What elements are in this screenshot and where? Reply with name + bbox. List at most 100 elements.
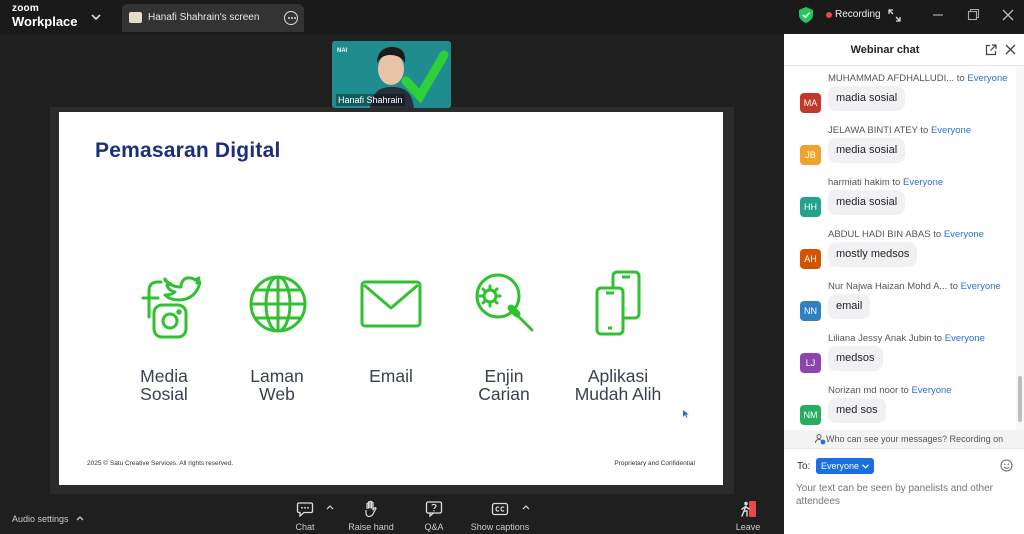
message-header: Nur Najwa Haizan Mohd A... to Everyone xyxy=(828,281,1001,292)
message-header: MUHAMMAD AFDHALLUDI... to Everyone xyxy=(828,73,1008,84)
slide-footer-confidential: Proprietary and Confidential xyxy=(614,460,695,467)
chat-message: ABDUL HADI BIN ABAS to Everyone AH mostl… xyxy=(784,229,1016,279)
speaker-video[interactable]: NAI Hanafi Shahrain xyxy=(332,41,451,108)
label-line1: Aplikasi xyxy=(587,366,649,386)
sender-name: Norizan md noor xyxy=(828,385,899,396)
globe-icon xyxy=(249,275,307,333)
meeting-toolbar: Audio settings Chat Raise hand Q&A Show … xyxy=(0,496,784,534)
recipient-name[interactable]: Everyone xyxy=(961,281,1001,292)
label-line2: Carian xyxy=(478,384,530,404)
sender-name: JELAWA BINTI ATEY xyxy=(828,125,918,136)
chevron-down-icon xyxy=(861,464,869,469)
recipient-name[interactable]: Everyone xyxy=(967,73,1007,84)
message-bubble[interactable]: email xyxy=(828,294,871,319)
to-word: to xyxy=(933,229,942,240)
message-header: JELAWA BINTI ATEY to Everyone xyxy=(828,125,971,136)
more-options-icon[interactable] xyxy=(284,11,298,25)
emoji-icon[interactable] xyxy=(1000,459,1013,472)
raise-hand-label: Raise hand xyxy=(348,522,394,532)
close-icon[interactable] xyxy=(1005,44,1016,55)
message-bubble[interactable]: media sosial xyxy=(828,138,906,163)
recipient-name[interactable]: Everyone xyxy=(911,385,951,396)
message-bubble[interactable]: media sosial xyxy=(828,190,906,215)
envelope-icon xyxy=(360,280,422,328)
title-bar: zoom Workplace Hanafi Shahrain's screen … xyxy=(0,0,1024,34)
to-word: to xyxy=(892,177,901,188)
people-info-icon xyxy=(815,434,826,445)
chevron-up-icon[interactable] xyxy=(522,504,530,510)
message-header: harmiati hakim to Everyone xyxy=(828,177,943,188)
message-header: Norizan md noor to Everyone xyxy=(828,385,952,396)
webinar-chat-panel: Webinar chat MUHAMMAD AFDHALLUDI... to E… xyxy=(784,34,1024,534)
sender-name: Nur Najwa Haizan Mohd A... xyxy=(828,281,948,292)
chevron-down-icon[interactable] xyxy=(90,11,102,23)
label-line1: Email xyxy=(369,366,413,386)
label-aplikasi-mudah-alih: Aplikasi Mudah Alih xyxy=(558,367,678,403)
app-logo[interactable]: zoom Workplace xyxy=(12,4,78,29)
avatar: MA xyxy=(800,93,821,113)
chat-message-list[interactable]: MUHAMMAD AFDHALLUDI... to Everyone MA ma… xyxy=(784,66,1016,430)
sender-name: harmiati hakim xyxy=(828,177,890,188)
scrollbar-thumb[interactable] xyxy=(1018,376,1022,422)
qa-button[interactable]: Q&A xyxy=(404,500,464,532)
show-captions-button[interactable]: Show captions xyxy=(470,500,530,532)
chat-scrollbar[interactable] xyxy=(1016,66,1024,430)
chat-message: Norizan md noor to Everyone NM med sos xyxy=(784,385,1016,430)
recipient-name[interactable]: Everyone xyxy=(931,125,971,136)
chat-message: Liliana Jessy Anak Jubin to Everyone LJ … xyxy=(784,333,1016,383)
leave-button[interactable]: Leave xyxy=(718,500,778,532)
sender-name: MUHAMMAD AFDHALLUDI... xyxy=(828,73,955,84)
chat-composer: To: Everyone xyxy=(784,448,1024,534)
svg-text:NAI: NAI xyxy=(337,48,348,54)
zoom-window: zoom Workplace Hanafi Shahrain's screen … xyxy=(0,0,1024,534)
chat-header: Webinar chat xyxy=(784,34,1024,66)
chat-icon xyxy=(296,502,314,518)
minimize-icon[interactable] xyxy=(931,8,945,22)
message-bubble[interactable]: medsos xyxy=(828,346,883,371)
screen-share-icon xyxy=(129,12,142,23)
popout-icon[interactable] xyxy=(985,44,997,56)
to-word: to xyxy=(949,281,958,292)
recording-label[interactable]: Recording xyxy=(835,9,881,20)
hand-icon xyxy=(365,500,377,518)
audio-settings-button[interactable]: Audio settings xyxy=(12,514,69,524)
fullscreen-icon[interactable] xyxy=(888,9,901,22)
tab-title: Hanafi Shahrain's screen xyxy=(148,12,260,23)
restore-icon[interactable] xyxy=(966,8,980,22)
label-line2: Sosial xyxy=(140,384,188,404)
recipient-name[interactable]: Everyone xyxy=(944,229,984,240)
shield-check-icon[interactable] xyxy=(799,7,813,23)
mobile-devices-icon xyxy=(595,270,641,336)
message-bubble[interactable]: med sos xyxy=(828,398,886,423)
avatar: NM xyxy=(800,405,821,425)
close-icon[interactable] xyxy=(1001,8,1015,22)
message-header: Liliana Jessy Anak Jubin to Everyone xyxy=(828,333,985,344)
message-bubble[interactable]: mostly medsos xyxy=(828,242,918,267)
label-media-sosial: Media Sosial xyxy=(104,367,224,403)
chat-label: Chat xyxy=(295,522,315,532)
message-bubble[interactable]: madia sosial xyxy=(828,86,906,111)
chevron-up-icon[interactable] xyxy=(76,515,84,521)
leave-icon xyxy=(741,501,756,517)
to-word: to xyxy=(956,73,965,84)
social-media-icon xyxy=(141,276,201,339)
tab-shared-screen[interactable]: Hanafi Shahrain's screen xyxy=(122,4,304,32)
privacy-notice[interactable]: Who can see your messages? Recording on xyxy=(784,430,1024,448)
chat-message: harmiati hakim to Everyone HH media sosi… xyxy=(784,177,1016,227)
label-line1: Media xyxy=(140,366,188,386)
recipient-name[interactable]: Everyone xyxy=(945,333,985,344)
sender-name: ABDUL HADI BIN ABAS xyxy=(828,229,931,240)
chat-message: Nur Najwa Haizan Mohd A... to Everyone N… xyxy=(784,281,1016,331)
avatar: AH xyxy=(800,249,821,269)
recipient-name[interactable]: Everyone xyxy=(903,177,943,188)
label-line1: Enjin xyxy=(484,366,524,386)
recipient-dropdown[interactable]: Everyone xyxy=(816,458,874,474)
raise-hand-button[interactable]: Raise hand xyxy=(341,500,401,532)
label-line2: Web xyxy=(259,384,295,404)
qa-icon xyxy=(425,501,443,518)
chevron-up-icon[interactable] xyxy=(326,504,334,510)
slide-title: Pemasaran Digital xyxy=(95,139,281,162)
leave-label: Leave xyxy=(735,522,761,532)
privacy-text: Who can see your messages? Recording on xyxy=(826,434,1004,444)
chat-message-input[interactable] xyxy=(796,482,1006,521)
